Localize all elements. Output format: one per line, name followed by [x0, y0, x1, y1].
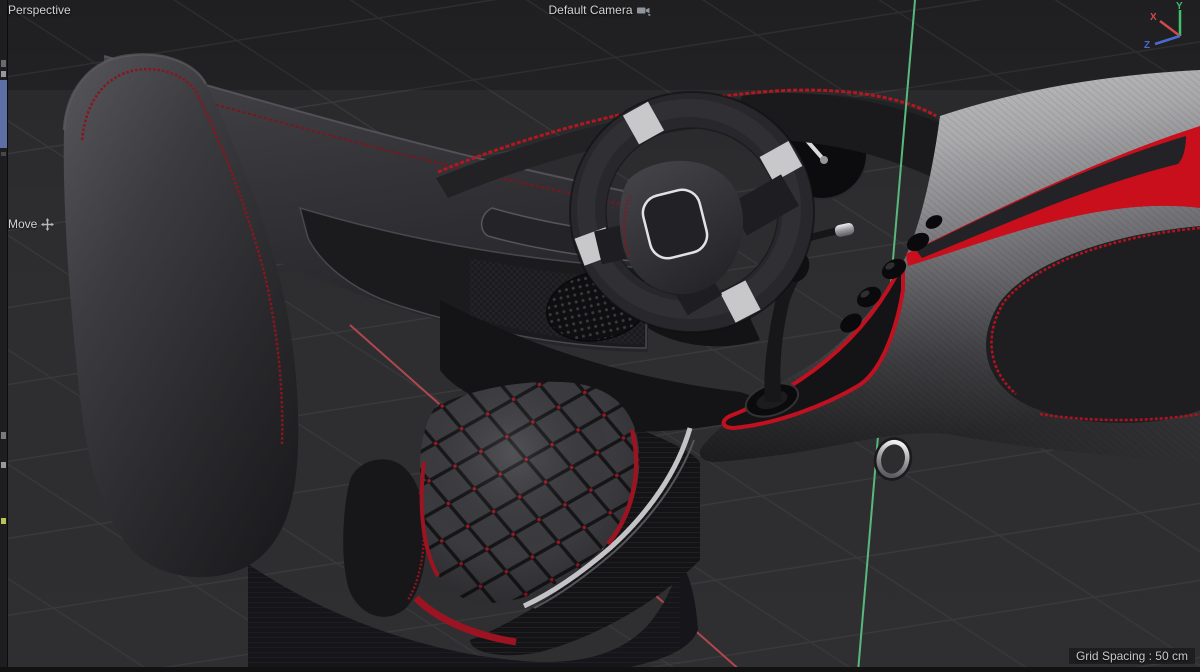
- panel-tick-highlight: [1, 518, 6, 524]
- panel-tick: [1, 432, 6, 439]
- bottom-bar: [0, 667, 1200, 672]
- view-mode-label[interactable]: Perspective: [8, 3, 71, 17]
- gizmo-y-label: Y: [1176, 1, 1183, 12]
- active-tool-hud[interactable]: Move: [8, 217, 55, 231]
- scene-render: Y X Z: [0, 0, 1200, 672]
- camera-icon: [637, 7, 651, 16]
- panel-tick: [1, 71, 6, 77]
- grid-spacing-text: Grid Spacing : 50 cm: [1075, 649, 1188, 663]
- move-icon: [41, 217, 55, 231]
- panel-tick: [1, 152, 6, 156]
- view-mode-text: Perspective: [8, 3, 71, 17]
- camera-hud[interactable]: Default Camera: [548, 3, 651, 17]
- gizmo-x-label: X: [1150, 12, 1157, 23]
- panel-selected-item[interactable]: [0, 80, 7, 148]
- panel-tick: [1, 462, 6, 468]
- 3d-viewport[interactable]: Y X Z Perspective Default Camera Move Gr…: [0, 0, 1200, 672]
- gizmo-z-label: Z: [1144, 40, 1150, 51]
- grid-spacing-status: Grid Spacing : 50 cm: [1068, 648, 1195, 664]
- left-panel-edge[interactable]: [0, 0, 8, 672]
- panel-tick: [1, 60, 6, 67]
- camera-name-text: Default Camera: [548, 3, 633, 17]
- active-tool-text: Move: [8, 217, 38, 231]
